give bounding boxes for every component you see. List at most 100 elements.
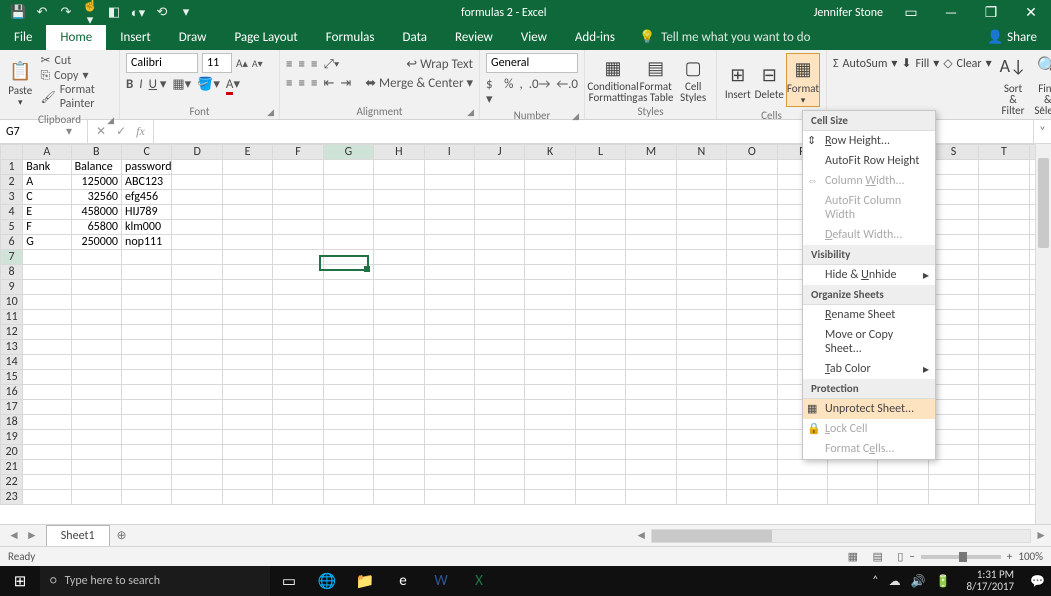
- cell-M11[interactable]: [626, 310, 676, 325]
- sheet-next-icon[interactable]: ►: [26, 528, 38, 543]
- cell-G17[interactable]: [323, 400, 373, 415]
- cell-L14[interactable]: [575, 355, 625, 370]
- word-icon[interactable]: W: [422, 572, 460, 590]
- cell-D13[interactable]: [172, 340, 222, 355]
- cell-D16[interactable]: [172, 385, 222, 400]
- cell-G1[interactable]: [323, 160, 373, 175]
- cell-B6[interactable]: 250000: [71, 235, 121, 250]
- cell-M13[interactable]: [626, 340, 676, 355]
- cell-L15[interactable]: [575, 370, 625, 385]
- cell-H15[interactable]: [374, 370, 424, 385]
- cell-J12[interactable]: [474, 325, 524, 340]
- cell-Q22[interactable]: [827, 475, 877, 490]
- number-dialog-launcher[interactable]: ◢: [572, 111, 579, 122]
- cell-J1[interactable]: [474, 160, 524, 175]
- cell-D22[interactable]: [172, 475, 222, 490]
- cell-H1[interactable]: [374, 160, 424, 175]
- cell-G12[interactable]: [323, 325, 373, 340]
- cell-G7[interactable]: [323, 250, 373, 265]
- accounting-format-icon[interactable]: $ ▾: [486, 77, 498, 107]
- cell-D11[interactable]: [172, 310, 222, 325]
- cell-J21[interactable]: [474, 460, 524, 475]
- qat-sync-icon[interactable]: ⟲: [154, 5, 170, 20]
- cell-H10[interactable]: [374, 295, 424, 310]
- cell-T19[interactable]: [979, 430, 1029, 445]
- cell-F8[interactable]: [273, 265, 323, 280]
- cell-K22[interactable]: [525, 475, 575, 490]
- cell-G8[interactable]: [323, 265, 373, 280]
- cell-J13[interactable]: [474, 340, 524, 355]
- file-explorer-icon[interactable]: 📁: [346, 572, 384, 591]
- cell-K12[interactable]: [525, 325, 575, 340]
- cell-F16[interactable]: [273, 385, 323, 400]
- cell-E4[interactable]: [222, 205, 272, 220]
- menu-rename-sheet[interactable]: Rename Sheet: [803, 305, 935, 325]
- column-header-J[interactable]: J: [474, 145, 524, 160]
- cell-N21[interactable]: [676, 460, 726, 475]
- cell-B23[interactable]: [71, 490, 121, 505]
- cell-G20[interactable]: [323, 445, 373, 460]
- cell-K8[interactable]: [525, 265, 575, 280]
- cell-F13[interactable]: [273, 340, 323, 355]
- cell-M16[interactable]: [626, 385, 676, 400]
- cell-T8[interactable]: [979, 265, 1029, 280]
- cell-F14[interactable]: [273, 355, 323, 370]
- cell-L19[interactable]: [575, 430, 625, 445]
- cell-H22[interactable]: [374, 475, 424, 490]
- tell-me[interactable]: 💡 Tell me what you want to do: [629, 25, 821, 50]
- cell-A21[interactable]: [23, 460, 71, 475]
- name-box-input[interactable]: [6, 125, 66, 139]
- cell-C18[interactable]: [122, 415, 172, 430]
- tab-home[interactable]: Home: [46, 25, 106, 50]
- cell-I10[interactable]: [424, 295, 474, 310]
- cell-F5[interactable]: [273, 220, 323, 235]
- start-button[interactable]: ⊞: [0, 572, 40, 591]
- cell-T17[interactable]: [979, 400, 1029, 415]
- cell-J3[interactable]: [474, 190, 524, 205]
- cell-A5[interactable]: F: [23, 220, 71, 235]
- cell-N5[interactable]: [676, 220, 726, 235]
- cell-C23[interactable]: [122, 490, 172, 505]
- tab-formulas[interactable]: Formulas: [312, 25, 389, 50]
- column-header-H[interactable]: H: [374, 145, 424, 160]
- font-name-input[interactable]: [126, 53, 198, 73]
- cell-A19[interactable]: [23, 430, 71, 445]
- cell-I13[interactable]: [424, 340, 474, 355]
- cell-N9[interactable]: [676, 280, 726, 295]
- cell-F10[interactable]: [273, 295, 323, 310]
- menu-unprotect-sheet[interactable]: ▦Unprotect Sheet...: [803, 399, 935, 419]
- cell-A4[interactable]: E: [23, 205, 71, 220]
- cell-O13[interactable]: [727, 340, 777, 355]
- cell-H7[interactable]: [374, 250, 424, 265]
- minimize-icon[interactable]: —: [931, 4, 971, 21]
- cell-H3[interactable]: [374, 190, 424, 205]
- cell-C20[interactable]: [122, 445, 172, 460]
- redo-icon[interactable]: ↷: [58, 5, 74, 20]
- row-header-6[interactable]: 6: [1, 235, 23, 250]
- excel-icon[interactable]: X: [460, 572, 498, 590]
- cell-F11[interactable]: [273, 310, 323, 325]
- cell-E3[interactable]: [222, 190, 272, 205]
- cell-C3[interactable]: efg456: [122, 190, 172, 205]
- cell-T4[interactable]: [979, 205, 1029, 220]
- cell-H6[interactable]: [374, 235, 424, 250]
- sheet-tab-sheet1[interactable]: Sheet1: [46, 525, 110, 546]
- cell-J6[interactable]: [474, 235, 524, 250]
- row-header-23[interactable]: 23: [1, 490, 23, 505]
- zoom-slider[interactable]: [921, 555, 1001, 559]
- cell-I12[interactable]: [424, 325, 474, 340]
- tab-page-layout[interactable]: Page Layout: [220, 25, 311, 50]
- cell-R23[interactable]: [878, 490, 928, 505]
- cancel-formula-icon[interactable]: ✕: [96, 124, 106, 139]
- cell-A11[interactable]: [23, 310, 71, 325]
- cell-J22[interactable]: [474, 475, 524, 490]
- cell-O20[interactable]: [727, 445, 777, 460]
- cell-N20[interactable]: [676, 445, 726, 460]
- cell-L22[interactable]: [575, 475, 625, 490]
- cell-N2[interactable]: [676, 175, 726, 190]
- cell-M18[interactable]: [626, 415, 676, 430]
- cell-M15[interactable]: [626, 370, 676, 385]
- cell-E18[interactable]: [222, 415, 272, 430]
- cell-K6[interactable]: [525, 235, 575, 250]
- row-header-14[interactable]: 14: [1, 355, 23, 370]
